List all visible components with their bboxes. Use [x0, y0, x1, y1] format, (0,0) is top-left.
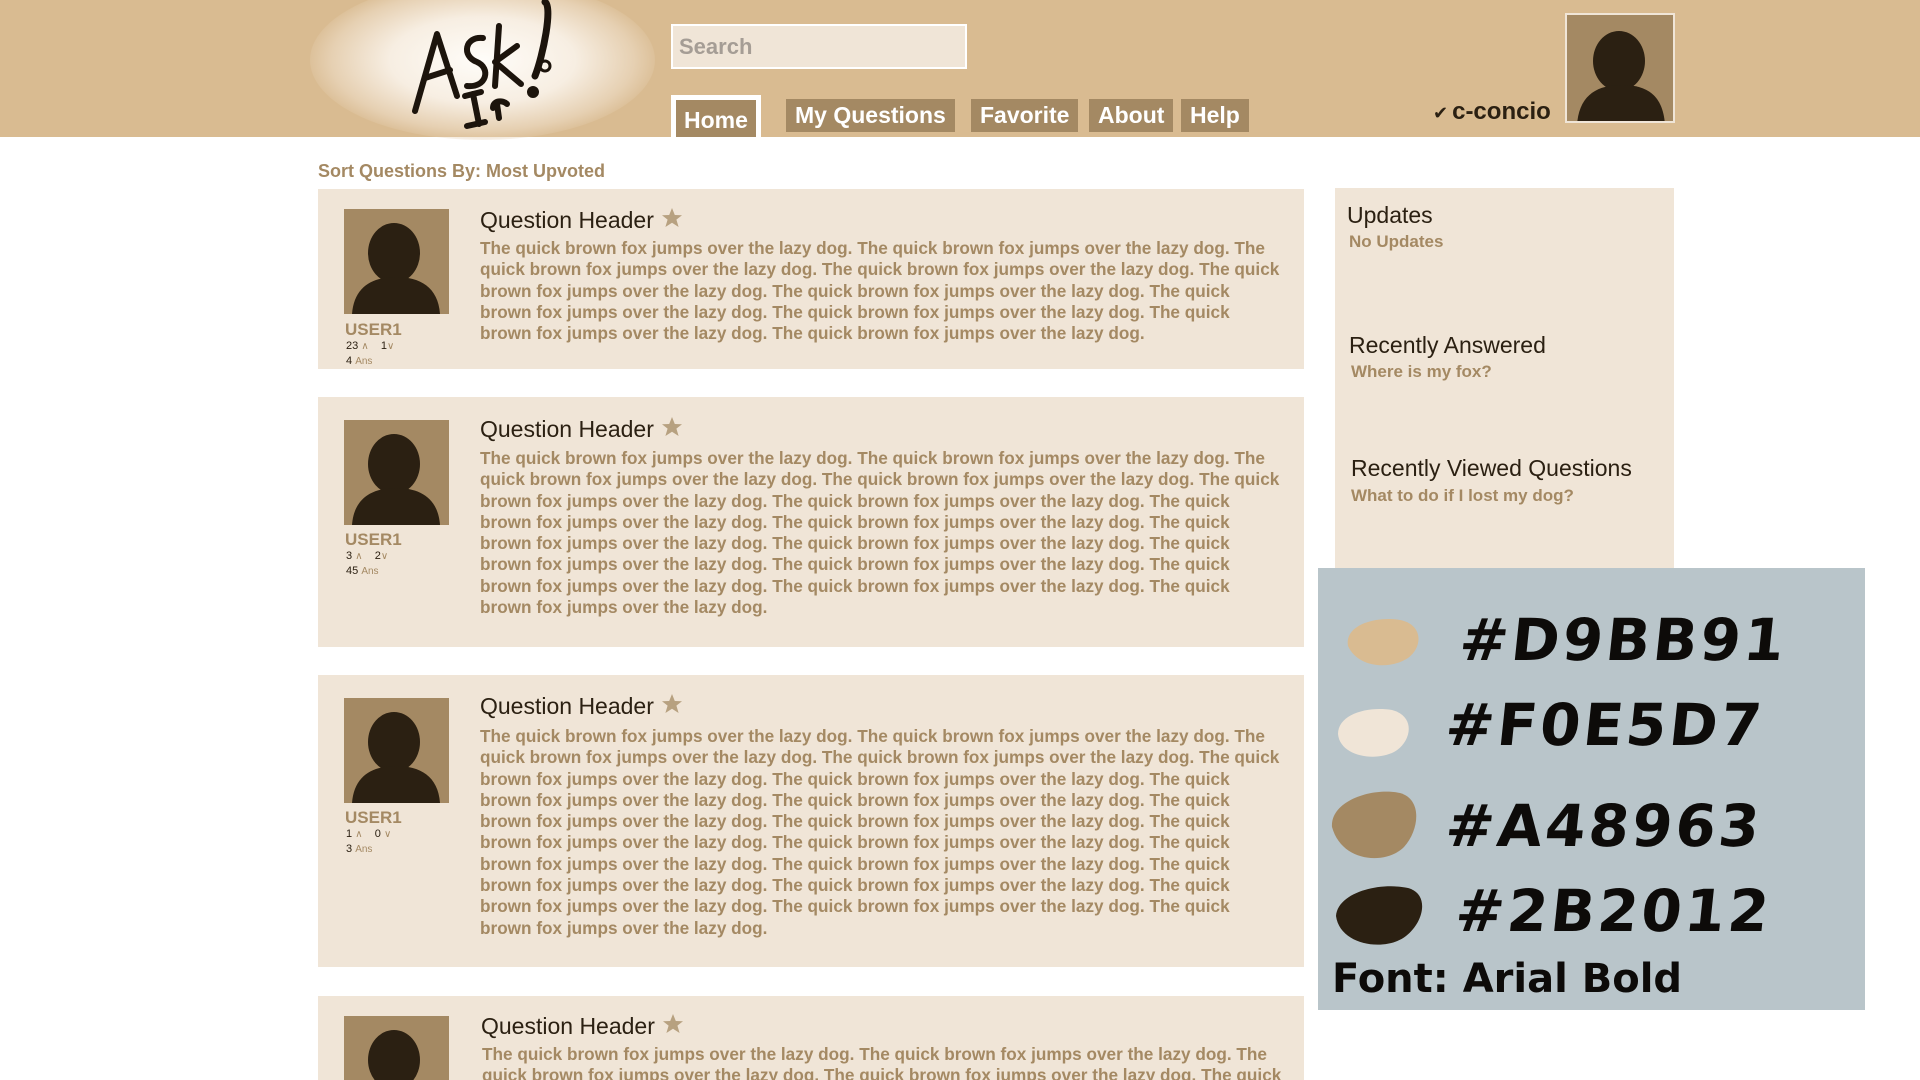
avatar-silhouette-icon: [352, 712, 440, 803]
avatar: [344, 1016, 449, 1080]
avatar-silhouette-icon: [352, 434, 440, 525]
question-author[interactable]: USER1: [345, 320, 402, 340]
swatch-a48963: [1331, 791, 1417, 859]
recently-viewed-heading: Recently Viewed Questions: [1351, 455, 1632, 481]
question-body: The quick brown fox jumps over the lazy …: [480, 448, 1280, 618]
font-note: Font: Arial Bold: [1332, 956, 1683, 1002]
star-icon[interactable]: [660, 692, 684, 716]
tab-favorite[interactable]: Favorite: [971, 99, 1079, 132]
upvote-icon: ∧: [355, 829, 363, 840]
hex-label: #F0E5D7: [1442, 691, 1768, 759]
color-palette: #D9BB91 #F0E5D7 #A48963 #2B2012 Font: Ar…: [1318, 568, 1865, 1010]
upvote-icon: ∧: [361, 341, 369, 352]
username: c-concio: [1452, 98, 1551, 125]
tab-about[interactable]: About: [1089, 99, 1174, 132]
question-stats: 23 ∧ 1∨ 4 Ans: [346, 340, 395, 367]
question-card[interactable]: USER1 23 ∧ 1∨ 4 Ans Question Header The …: [318, 189, 1304, 369]
tab-my-questions[interactable]: My Questions: [786, 99, 955, 132]
recently-answered-heading: Recently Answered: [1349, 332, 1546, 358]
upvote-icon: ∧: [355, 551, 363, 562]
sort-label[interactable]: Sort Questions By: Most Upvoted: [318, 161, 605, 182]
swatch-f0e5d7: [1338, 709, 1409, 757]
recently-answered-link[interactable]: Where is my fox?: [1351, 362, 1492, 382]
recently-viewed-link[interactable]: What to do if I lost my dog?: [1351, 486, 1574, 506]
user-menu[interactable]: ✔︎ c-concio: [1433, 98, 1551, 126]
search-input[interactable]: [671, 24, 967, 69]
swatch-d9bb91: [1347, 619, 1419, 666]
star-icon[interactable]: [660, 415, 684, 439]
logo[interactable]: [395, 0, 575, 136]
avatar: [344, 698, 449, 803]
tab-home[interactable]: Home: [671, 95, 761, 137]
question-author[interactable]: USER1: [345, 808, 402, 828]
site-header: Home My Questions Favorite About Help ✔︎…: [0, 0, 1920, 140]
avatar-silhouette-icon: [368, 1030, 420, 1080]
hex-label: #D9BB91: [1456, 606, 1791, 674]
user-avatar[interactable]: [1565, 13, 1675, 123]
hex-label: #A48963: [1442, 792, 1766, 860]
question-body: The quick brown fox jumps over the lazy …: [480, 726, 1280, 938]
avatar: [344, 209, 449, 314]
question-body: The quick brown fox jumps over the lazy …: [482, 1044, 1282, 1080]
question-title[interactable]: Question Header: [480, 692, 684, 720]
question-card[interactable]: USER1 3 ∧ 2∨ 45 Ans Question Header The …: [318, 397, 1304, 647]
chevron-down-icon: ✔︎: [1433, 103, 1449, 123]
tab-help[interactable]: Help: [1181, 99, 1249, 132]
question-author[interactable]: USER1: [345, 530, 402, 550]
question-card[interactable]: Question Header The quick brown fox jump…: [318, 996, 1304, 1080]
avatar-silhouette-icon: [1577, 31, 1665, 121]
downvote-icon: ∨: [383, 829, 392, 840]
sidebar: Updates No Updates Recently Answered Whe…: [1335, 188, 1674, 568]
downvote-icon: ∨: [387, 341, 395, 352]
question-title[interactable]: Question Header: [480, 415, 684, 443]
hex-label: #2B2012: [1452, 877, 1776, 945]
downvote-icon: ∨: [380, 551, 389, 562]
question-title[interactable]: Question Header: [481, 1012, 685, 1040]
star-icon[interactable]: [661, 1012, 685, 1036]
question-body: The quick brown fox jumps over the lazy …: [480, 238, 1280, 344]
updates-item: No Updates: [1349, 232, 1444, 251]
avatar: [344, 420, 449, 525]
question-title[interactable]: Question Header: [480, 206, 684, 234]
star-icon[interactable]: [660, 206, 684, 230]
question-stats: 1 ∧ 0 ∨ 3 Ans: [346, 828, 392, 855]
updates-heading: Updates: [1347, 202, 1433, 228]
question-card[interactable]: USER1 1 ∧ 0 ∨ 3 Ans Question Header The …: [318, 675, 1304, 967]
question-stats: 3 ∧ 2∨ 45 Ans: [346, 550, 389, 577]
swatch-2b2012: [1336, 886, 1423, 945]
avatar-silhouette-icon: [352, 223, 440, 314]
